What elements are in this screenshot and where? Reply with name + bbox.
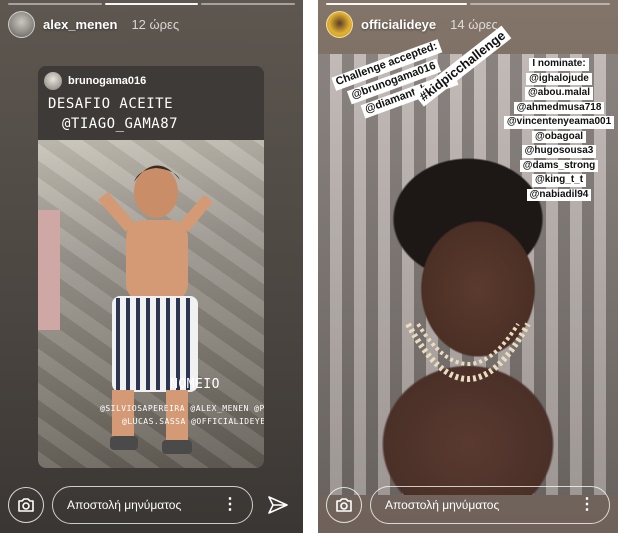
camera-button[interactable] xyxy=(8,487,44,523)
story-header: officialideye 14 ώρες xyxy=(326,11,498,38)
nominee-item[interactable]: @vincentenyeama001 xyxy=(503,116,615,129)
message-input[interactable]: Αποστολή μηνύματος ⋮ xyxy=(52,486,253,524)
story-header: alex_menen 12 ώρες xyxy=(8,11,179,38)
story-username[interactable]: alex_menen xyxy=(43,17,117,32)
nominee-item[interactable]: @abou.malal xyxy=(525,87,593,100)
more-options-icon[interactable]: ⋮ xyxy=(579,497,595,513)
message-placeholder: Αποστολή μηνύματος xyxy=(67,498,182,512)
reshare-username[interactable]: brunogama016 xyxy=(68,75,146,87)
nominee-item[interactable]: @dams_strong xyxy=(519,159,599,172)
progress-segment xyxy=(201,3,296,5)
nominee-item[interactable]: @ahmedmusa718 xyxy=(513,101,605,114)
challenge-title: DESAFIO ACEITE xyxy=(48,96,174,112)
reply-bar: Αποστολή μηνύματος ⋮ xyxy=(8,485,295,525)
nominees-line-1[interactable]: @SILVIOSAPEREIRA @ALEX_MENEN @PIZZI21 xyxy=(100,404,264,413)
camera-icon xyxy=(336,498,352,512)
nominate-label: NOMEIO xyxy=(170,377,220,392)
send-button[interactable] xyxy=(261,488,295,522)
message-input[interactable]: Αποστολή μηνύματος ⋮ xyxy=(370,486,610,524)
story-progress-bar xyxy=(8,3,296,5)
nominee-item[interactable]: @king_t_t xyxy=(531,174,587,187)
message-placeholder: Αποστολή μηνύματος xyxy=(385,498,500,512)
story-time: 14 ώρες xyxy=(450,17,498,32)
reply-bar: Αποστολή μηνύματος ⋮ xyxy=(326,485,610,525)
reshared-story-card[interactable]: brunogama016 DESAFIO ACEITE @TIAGO_GAMA8… xyxy=(38,66,264,468)
more-options-icon[interactable]: ⋮ xyxy=(222,497,238,513)
reshare-avatar[interactable] xyxy=(44,72,62,90)
nominee-item[interactable]: @ighalojude xyxy=(526,72,592,85)
story-right[interactable]: officialideye 14 ώρες Challenge accepted… xyxy=(318,0,618,533)
send-icon xyxy=(268,496,288,514)
progress-segment xyxy=(469,3,610,5)
story-username[interactable]: officialideye xyxy=(361,17,436,32)
story-left[interactable]: alex_menen 12 ώρες brunogama016 DESAFIO … xyxy=(0,0,303,533)
progress-segment xyxy=(326,3,467,5)
reshare-header: brunogama016 xyxy=(44,72,146,90)
progress-segment xyxy=(8,3,102,5)
nominees-line-2[interactable]: @LUCAS.SASSA @OFFICIALIDEYE xyxy=(122,417,264,426)
nominate-list: I nominate: @ighalojude @abou.malal @ahm… xyxy=(503,58,615,201)
challenge-tag[interactable]: @TIAGO_GAMA87 xyxy=(62,116,178,132)
story-time: 12 ώρες xyxy=(131,17,180,32)
nominee-item[interactable]: @obagoal xyxy=(531,130,587,143)
nominee-item[interactable]: @hugosousa3 xyxy=(521,145,597,158)
nominate-title: I nominate: xyxy=(529,58,589,71)
avatar[interactable] xyxy=(326,11,353,38)
nominee-item[interactable]: @nabiadil94 xyxy=(526,188,592,201)
camera-button[interactable] xyxy=(326,487,362,523)
avatar[interactable] xyxy=(8,11,35,38)
story-progress-bar xyxy=(326,3,610,5)
camera-icon xyxy=(18,498,34,512)
progress-segment xyxy=(104,3,199,5)
